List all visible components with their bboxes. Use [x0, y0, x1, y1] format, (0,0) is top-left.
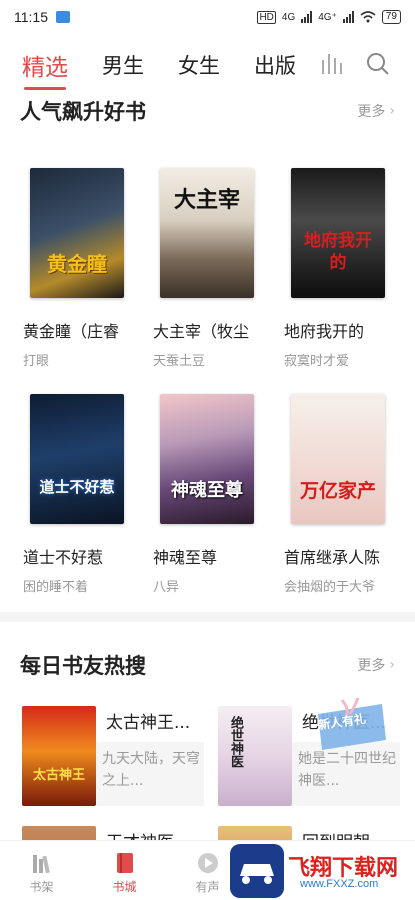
- app-notification-icon: [56, 11, 70, 23]
- book-card[interactable]: 大主宰 大主宰（牧尘 天蚕土豆: [150, 168, 260, 369]
- wifi-icon: [360, 11, 376, 23]
- hot-section-title: 每日书友热搜: [20, 653, 146, 678]
- book-cover: 地府我开的: [291, 168, 385, 298]
- signal-icon-2: [342, 11, 354, 23]
- network-label-2: 4G⁺: [318, 11, 337, 23]
- hot-list-item[interactable]: 太古神王 太古神王... 九天大陆，天穹之上...: [22, 706, 207, 806]
- cover-title: 地府我开的: [304, 231, 372, 273]
- cover-title: 道士不好惹: [39, 478, 115, 496]
- search-icon[interactable]: [365, 51, 391, 77]
- book-cover: 道士不好惹: [30, 394, 124, 524]
- cover-title: 神魂至尊: [171, 480, 243, 501]
- bookshelf-icon: [32, 855, 50, 874]
- cover-title: 太古神王: [32, 768, 85, 783]
- book-author: 天蚕土豆: [153, 354, 206, 369]
- popular-section-title: 人气飙升好书: [20, 99, 146, 124]
- book-title: 地府我开的: [284, 322, 365, 341]
- status-indicators: HD 4G 4G⁺ 79: [257, 10, 401, 24]
- book-card[interactable]: 道士不好惹 道士不好惹 困的睡不着: [20, 394, 130, 595]
- book-title: 大主宰（牧尘: [153, 322, 250, 341]
- status-bar: 11:15 HD 4G 4G⁺ 79: [0, 0, 415, 34]
- hot-item-title: 太古神王...: [106, 713, 191, 733]
- signal-icon: [301, 11, 313, 23]
- book-title: 首席继承人陈: [284, 548, 381, 567]
- nav-bookshelf[interactable]: 书架: [0, 841, 83, 900]
- book-card[interactable]: 万亿家产 首席继承人陈 会抽烟的于大爷: [281, 394, 391, 595]
- more-label: 更多: [357, 658, 386, 674]
- book-author: 八异: [153, 580, 180, 595]
- book-author: 困的睡不着: [23, 580, 89, 595]
- popular-more-link[interactable]: 更多 ›: [357, 101, 395, 121]
- more-label: 更多: [357, 104, 386, 120]
- book-title: 神魂至尊: [153, 548, 218, 567]
- audio-icon: [197, 853, 218, 873]
- nav-label: 有声: [195, 880, 220, 894]
- tab-male[interactable]: 男生: [102, 50, 144, 80]
- cover-title: 万亿家产: [299, 480, 376, 502]
- book-author: 打眼: [23, 354, 50, 369]
- top-tab-bar: 精选 男生 女生 出版: [0, 40, 415, 90]
- network-label-1: 4G: [281, 11, 296, 23]
- book-card[interactable]: 神魂至尊 神魂至尊 八异: [150, 394, 260, 595]
- cover-title: 大主宰: [173, 187, 240, 213]
- nav-label: 书城: [112, 880, 137, 894]
- status-time: 11:15: [14, 9, 48, 25]
- book-cover: 神魂至尊: [160, 394, 254, 524]
- bookstore-icon: [116, 853, 133, 873]
- book-cover: 绝世神医: [218, 706, 292, 806]
- cover-title: 绝世神医: [228, 716, 243, 768]
- book-cover: 大主宰: [160, 168, 254, 298]
- tab-female[interactable]: 女生: [178, 50, 220, 80]
- book-title: 黄金瞳（庄睿: [23, 322, 120, 341]
- book-title: 道士不好惹: [23, 548, 104, 567]
- hot-item-desc: 九天大陆，天穹之上...: [96, 742, 204, 806]
- tab-featured[interactable]: 精选: [22, 48, 68, 90]
- chevron-right-icon: ›: [389, 657, 395, 673]
- watermark-url: www.FXXZ.com: [300, 878, 379, 890]
- cover-title: 黄金瞳: [47, 252, 107, 276]
- book-author: 寂寞时才爱: [284, 354, 350, 369]
- hot-more-link[interactable]: 更多 ›: [357, 655, 395, 675]
- book-cover: 太古神王: [22, 706, 96, 806]
- chevron-right-icon: ›: [389, 103, 395, 119]
- hd-icon: HD: [257, 10, 276, 24]
- book-author: 会抽烟的于大爷: [284, 580, 376, 595]
- nav-label: 书架: [29, 880, 54, 894]
- book-card[interactable]: 地府我开的 地府我开的 寂寞时才爱: [281, 168, 391, 369]
- ranking-icon[interactable]: [320, 52, 344, 74]
- book-cover: 黄金瞳: [30, 168, 124, 298]
- book-card[interactable]: 黄金瞳 黄金瞳（庄睿 打眼: [20, 168, 130, 369]
- hot-section-header: 每日书友热搜 更多 ›: [20, 650, 395, 680]
- tab-publishing[interactable]: 出版: [254, 50, 296, 80]
- nav-bookstore[interactable]: 书城: [83, 841, 166, 900]
- book-cover: 万亿家产: [291, 394, 385, 524]
- popular-section-header: 人气飙升好书 更多 ›: [20, 96, 395, 126]
- section-divider: [0, 612, 415, 622]
- battery-icon: 79: [381, 10, 401, 24]
